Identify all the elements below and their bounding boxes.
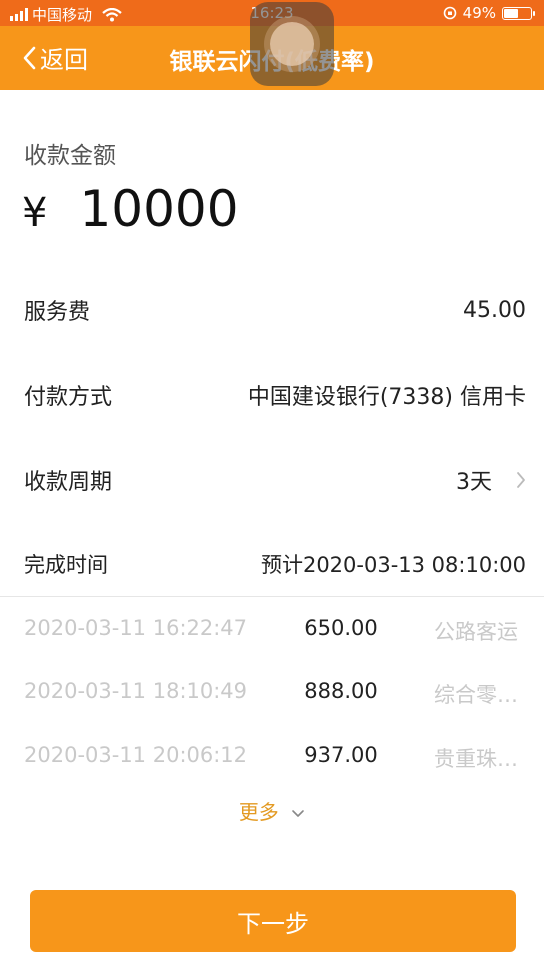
amount-label: 收款金额 <box>24 143 116 169</box>
payment-method-row[interactable]: 付款方式 中国建设银行(7338) 信用卡 <box>24 375 526 415</box>
next-step-button[interactable]: 下一步 <box>30 890 516 952</box>
chevron-down-icon <box>292 810 304 817</box>
payment-method-label: 付款方式 <box>24 385 113 410</box>
record-amount: 888.00 <box>304 679 378 703</box>
divider <box>0 596 544 597</box>
record-time: 2020-03-11 16:22:47 <box>24 616 248 640</box>
chevron-right-icon <box>517 472 525 488</box>
rotation-lock-icon <box>443 6 456 20</box>
more-label: 更多 <box>238 800 279 824</box>
status-right: 49% <box>443 4 535 22</box>
record-merchant: 贵重珠… <box>434 747 518 771</box>
battery-fill <box>504 8 518 18</box>
battery-percent: 49% <box>462 4 496 22</box>
amount-value: 10000 <box>79 180 239 238</box>
record-amount: 650.00 <box>304 616 378 640</box>
record-row: 2020-03-11 18:10:49 888.00 综合零… <box>0 679 544 715</box>
record-time: 2020-03-11 20:06:12 <box>24 743 248 767</box>
record-time: 2020-03-11 18:10:49 <box>24 679 248 703</box>
record-row: 2020-03-11 20:06:12 937.00 贵重珠… <box>0 743 544 779</box>
cycle-value: 3天 <box>456 470 492 495</box>
record-row: 2020-03-11 16:22:47 650.00 公路客运 <box>0 616 544 652</box>
cycle-row[interactable]: 收款周期 3天 <box>24 460 526 500</box>
more-button[interactable]: 更多 <box>0 796 544 825</box>
assistive-touch-icon <box>270 22 314 66</box>
service-fee-value: 45.00 <box>463 297 526 323</box>
service-fee-row: 服务费 45.00 <box>24 290 526 330</box>
completion-label: 完成时间 <box>24 553 108 577</box>
completion-value: 预计2020-03-13 08:10:00 <box>260 553 526 577</box>
cycle-label: 收款周期 <box>24 470 113 495</box>
amount-display: ¥ 10000 <box>22 180 239 238</box>
payment-method-value: 中国建设银行(7338) 信用卡 <box>247 385 526 410</box>
currency-symbol: ¥ <box>22 190 48 236</box>
completion-row: 完成时间 预计2020-03-13 08:10:00 <box>24 544 526 584</box>
assistive-touch-button[interactable] <box>250 2 334 86</box>
record-merchant: 综合零… <box>434 683 518 707</box>
battery-icon <box>502 6 535 20</box>
record-merchant: 公路客运 <box>434 620 518 644</box>
service-fee-label: 服务费 <box>24 300 91 325</box>
cycle-value-wrap: 3天 <box>456 464 526 496</box>
record-amount: 937.00 <box>304 743 378 767</box>
